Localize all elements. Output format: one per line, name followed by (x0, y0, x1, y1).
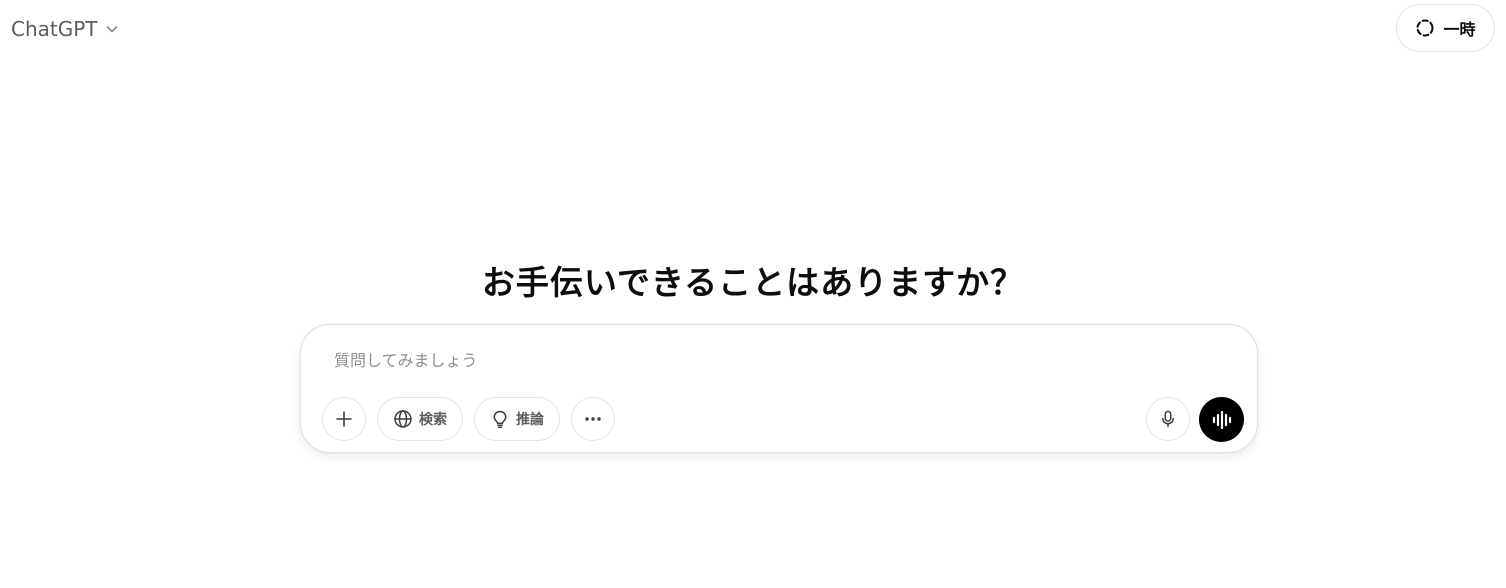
dictate-button[interactable] (1146, 397, 1190, 441)
temporary-chat-button[interactable]: 一時 (1396, 4, 1495, 52)
top-bar: ChatGPT 一時 (0, 0, 1506, 58)
more-tools-button[interactable] (571, 397, 615, 441)
microphone-icon (1162, 410, 1174, 428)
voice-mode-button[interactable] (1199, 397, 1244, 442)
attach-button[interactable] (322, 397, 366, 441)
temporary-chat-label: 一時 (1443, 20, 1476, 39)
lightbulb-icon (493, 410, 507, 428)
plus-icon (336, 411, 352, 427)
prompt-input[interactable] (334, 347, 1214, 373)
reason-label: 推論 (516, 412, 544, 428)
dashed-circle-icon (1416, 19, 1434, 37)
page-title: お手伝いできることはありますか？ (481, 263, 1025, 302)
reason-button[interactable]: 推論 (474, 397, 560, 441)
more-dots-icon (585, 417, 601, 421)
voice-waveform-icon (1212, 410, 1231, 429)
search-button[interactable]: 検索 (377, 397, 463, 441)
model-switcher[interactable]: ChatGPT (11, 14, 120, 44)
composer: 検索 推論 (300, 324, 1258, 453)
search-label: 検索 (419, 412, 447, 428)
model-name: ChatGPT (11, 17, 98, 41)
globe-icon (394, 410, 412, 428)
chevron-down-icon (106, 26, 117, 33)
